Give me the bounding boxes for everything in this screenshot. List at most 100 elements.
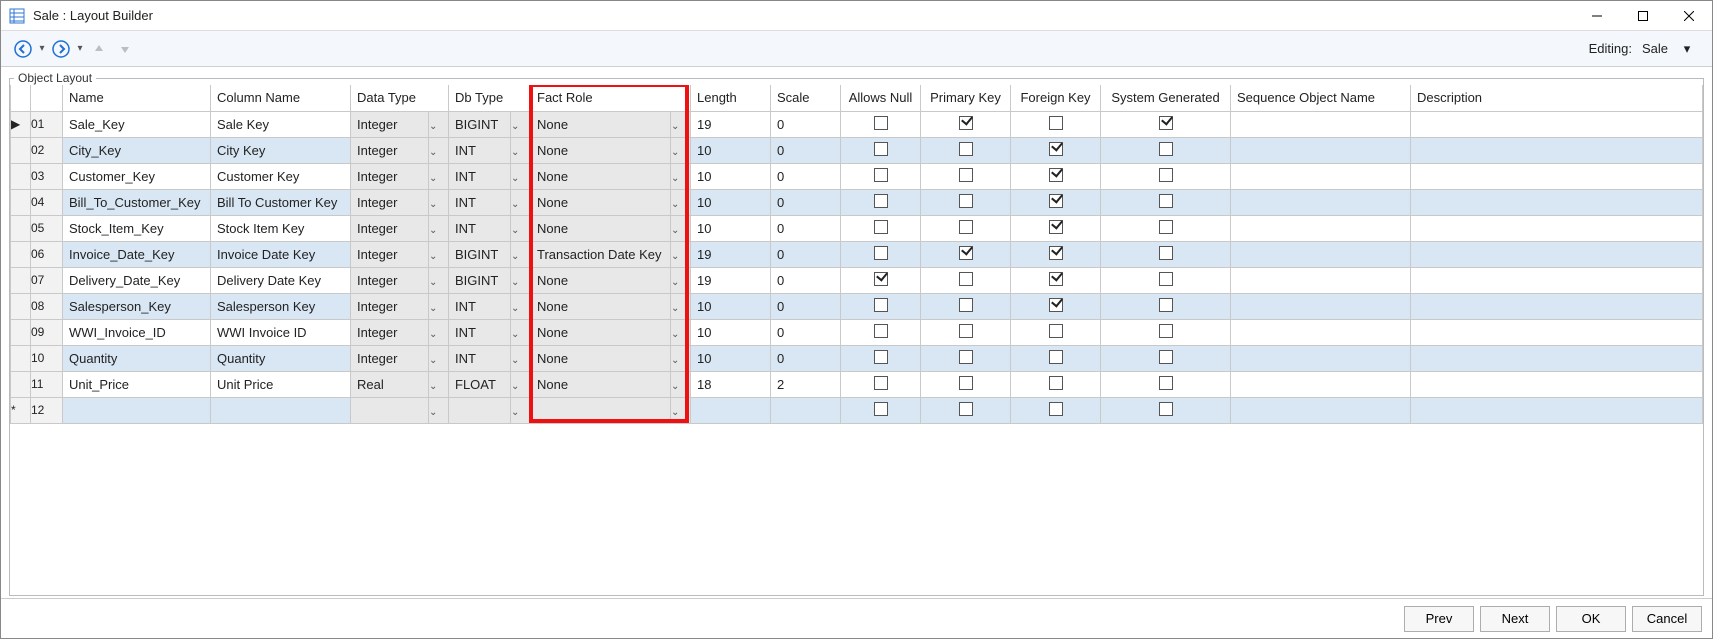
cell-data-type-dropdown[interactable]: ⌄ <box>429 267 449 293</box>
cell-fact-role[interactable]: Transaction Date Key <box>531 241 671 267</box>
cell-foreign-key-checkbox[interactable] <box>1049 142 1063 156</box>
header-column-name[interactable]: Column Name <box>211 85 351 111</box>
cell-sequence-object-name[interactable] <box>1231 241 1411 267</box>
cell-allows-null[interactable] <box>841 267 921 293</box>
cell-data-type-dropdown[interactable]: ⌄ <box>429 189 449 215</box>
cell-fact-role[interactable]: None <box>531 137 671 163</box>
cell-fact-role[interactable]: None <box>531 371 671 397</box>
cell-sequence-object-name[interactable] <box>1231 189 1411 215</box>
nav-back-dropdown[interactable]: ▾ <box>37 37 47 61</box>
cell-data-type[interactable]: Integer <box>351 189 429 215</box>
cell-primary-key-checkbox[interactable] <box>959 116 973 130</box>
cell-data-type[interactable]: Integer <box>351 111 429 137</box>
cell-allows-null-checkbox[interactable] <box>874 272 888 286</box>
cell-data-type-dropdown[interactable]: ⌄ <box>429 137 449 163</box>
maximize-button[interactable] <box>1620 1 1666 31</box>
table-row[interactable]: 11Unit_PriceUnit PriceReal⌄FLOAT⌄None⌄18… <box>11 371 1703 397</box>
cell-scale[interactable]: 0 <box>771 319 841 345</box>
cell-description[interactable] <box>1411 397 1703 423</box>
cell-system-generated-checkbox[interactable] <box>1159 194 1173 208</box>
editing-dropdown[interactable]: ▾ <box>1678 41 1696 57</box>
cell-column-name[interactable]: WWI Invoice ID <box>211 319 351 345</box>
cell-data-type[interactable]: Integer <box>351 163 429 189</box>
cell-foreign-key-checkbox[interactable] <box>1049 194 1063 208</box>
cell-sequence-object-name[interactable] <box>1231 163 1411 189</box>
cell-description[interactable] <box>1411 189 1703 215</box>
cell-description[interactable] <box>1411 137 1703 163</box>
header-db-type[interactable]: Db Type <box>449 85 531 111</box>
cell-foreign-key[interactable] <box>1011 267 1101 293</box>
cell-primary-key[interactable] <box>921 345 1011 371</box>
cell-description[interactable] <box>1411 371 1703 397</box>
cell-primary-key-checkbox[interactable] <box>959 376 973 390</box>
cell-db-type-dropdown[interactable]: ⌄ <box>511 371 531 397</box>
header-description[interactable]: Description <box>1411 85 1703 111</box>
header-system-generated[interactable]: System Generated <box>1101 85 1231 111</box>
cell-primary-key-checkbox[interactable] <box>959 168 973 182</box>
cell-primary-key-checkbox[interactable] <box>959 298 973 312</box>
header-allows-null[interactable]: Allows Null <box>841 85 921 111</box>
cell-allows-null[interactable] <box>841 319 921 345</box>
cell-column-name[interactable]: Delivery Date Key <box>211 267 351 293</box>
cell-foreign-key-checkbox[interactable] <box>1049 298 1063 312</box>
cell-primary-key-checkbox[interactable] <box>959 142 973 156</box>
cell-primary-key-checkbox[interactable] <box>959 246 973 260</box>
cell-system-generated[interactable] <box>1101 163 1231 189</box>
cell-system-generated[interactable] <box>1101 293 1231 319</box>
cell-allows-null[interactable] <box>841 397 921 423</box>
cell-allows-null-checkbox[interactable] <box>874 194 888 208</box>
nav-back-button[interactable] <box>11 37 35 61</box>
cell-data-type-dropdown[interactable]: ⌄ <box>429 163 449 189</box>
cell-primary-key[interactable] <box>921 371 1011 397</box>
table-row[interactable]: 09WWI_Invoice_IDWWI Invoice IDInteger⌄IN… <box>11 319 1703 345</box>
cell-data-type[interactable] <box>351 397 429 423</box>
cell-db-type[interactable]: INT <box>449 319 511 345</box>
table-row[interactable]: 10QuantityQuantityInteger⌄INT⌄None⌄100 <box>11 345 1703 371</box>
cell-allows-null-checkbox[interactable] <box>874 298 888 312</box>
cell-db-type[interactable]: INT <box>449 163 511 189</box>
cell-scale[interactable]: 2 <box>771 371 841 397</box>
header-data-type[interactable]: Data Type <box>351 85 449 111</box>
cell-db-type[interactable] <box>449 397 511 423</box>
cell-data-type[interactable]: Integer <box>351 267 429 293</box>
cell-system-generated-checkbox[interactable] <box>1159 116 1173 130</box>
cell-foreign-key[interactable] <box>1011 371 1101 397</box>
table-row[interactable]: 05Stock_Item_KeyStock Item KeyInteger⌄IN… <box>11 215 1703 241</box>
grid-scroll[interactable]: Name Column Name Data Type Db Type Fact … <box>10 85 1703 595</box>
cell-allows-null[interactable] <box>841 137 921 163</box>
cell-fact-role-dropdown[interactable]: ⌄ <box>671 163 691 189</box>
cell-foreign-key[interactable] <box>1011 215 1101 241</box>
cell-length[interactable]: 10 <box>691 189 771 215</box>
table-row[interactable]: 07Delivery_Date_KeyDelivery Date KeyInte… <box>11 267 1703 293</box>
cell-foreign-key-checkbox[interactable] <box>1049 402 1063 416</box>
cell-fact-role[interactable]: None <box>531 163 671 189</box>
cell-description[interactable] <box>1411 241 1703 267</box>
cell-primary-key[interactable] <box>921 241 1011 267</box>
cell-data-type[interactable]: Integer <box>351 345 429 371</box>
cell-foreign-key-checkbox[interactable] <box>1049 220 1063 234</box>
nav-up-button[interactable] <box>87 37 111 61</box>
cell-db-type[interactable]: INT <box>449 215 511 241</box>
cell-scale[interactable]: 0 <box>771 189 841 215</box>
cell-column-name[interactable]: Salesperson Key <box>211 293 351 319</box>
header-length[interactable]: Length <box>691 85 771 111</box>
cell-primary-key[interactable] <box>921 111 1011 137</box>
cell-primary-key[interactable] <box>921 189 1011 215</box>
cell-db-type[interactable]: INT <box>449 293 511 319</box>
cell-fact-role-dropdown[interactable]: ⌄ <box>671 267 691 293</box>
cell-allows-null-checkbox[interactable] <box>874 246 888 260</box>
cell-column-name[interactable]: Unit Price <box>211 371 351 397</box>
cell-primary-key[interactable] <box>921 293 1011 319</box>
cell-allows-null[interactable] <box>841 241 921 267</box>
cell-db-type-dropdown[interactable]: ⌄ <box>511 189 531 215</box>
cell-column-name[interactable]: Invoice Date Key <box>211 241 351 267</box>
cell-foreign-key-checkbox[interactable] <box>1049 168 1063 182</box>
cell-allows-null-checkbox[interactable] <box>874 350 888 364</box>
cell-name[interactable]: Salesperson_Key <box>63 293 211 319</box>
cell-system-generated-checkbox[interactable] <box>1159 142 1173 156</box>
cell-primary-key[interactable] <box>921 215 1011 241</box>
cancel-button[interactable]: Cancel <box>1632 606 1702 632</box>
cell-scale[interactable]: 0 <box>771 293 841 319</box>
table-row[interactable]: 02City_KeyCity KeyInteger⌄INT⌄None⌄100 <box>11 137 1703 163</box>
cell-allows-null[interactable] <box>841 345 921 371</box>
